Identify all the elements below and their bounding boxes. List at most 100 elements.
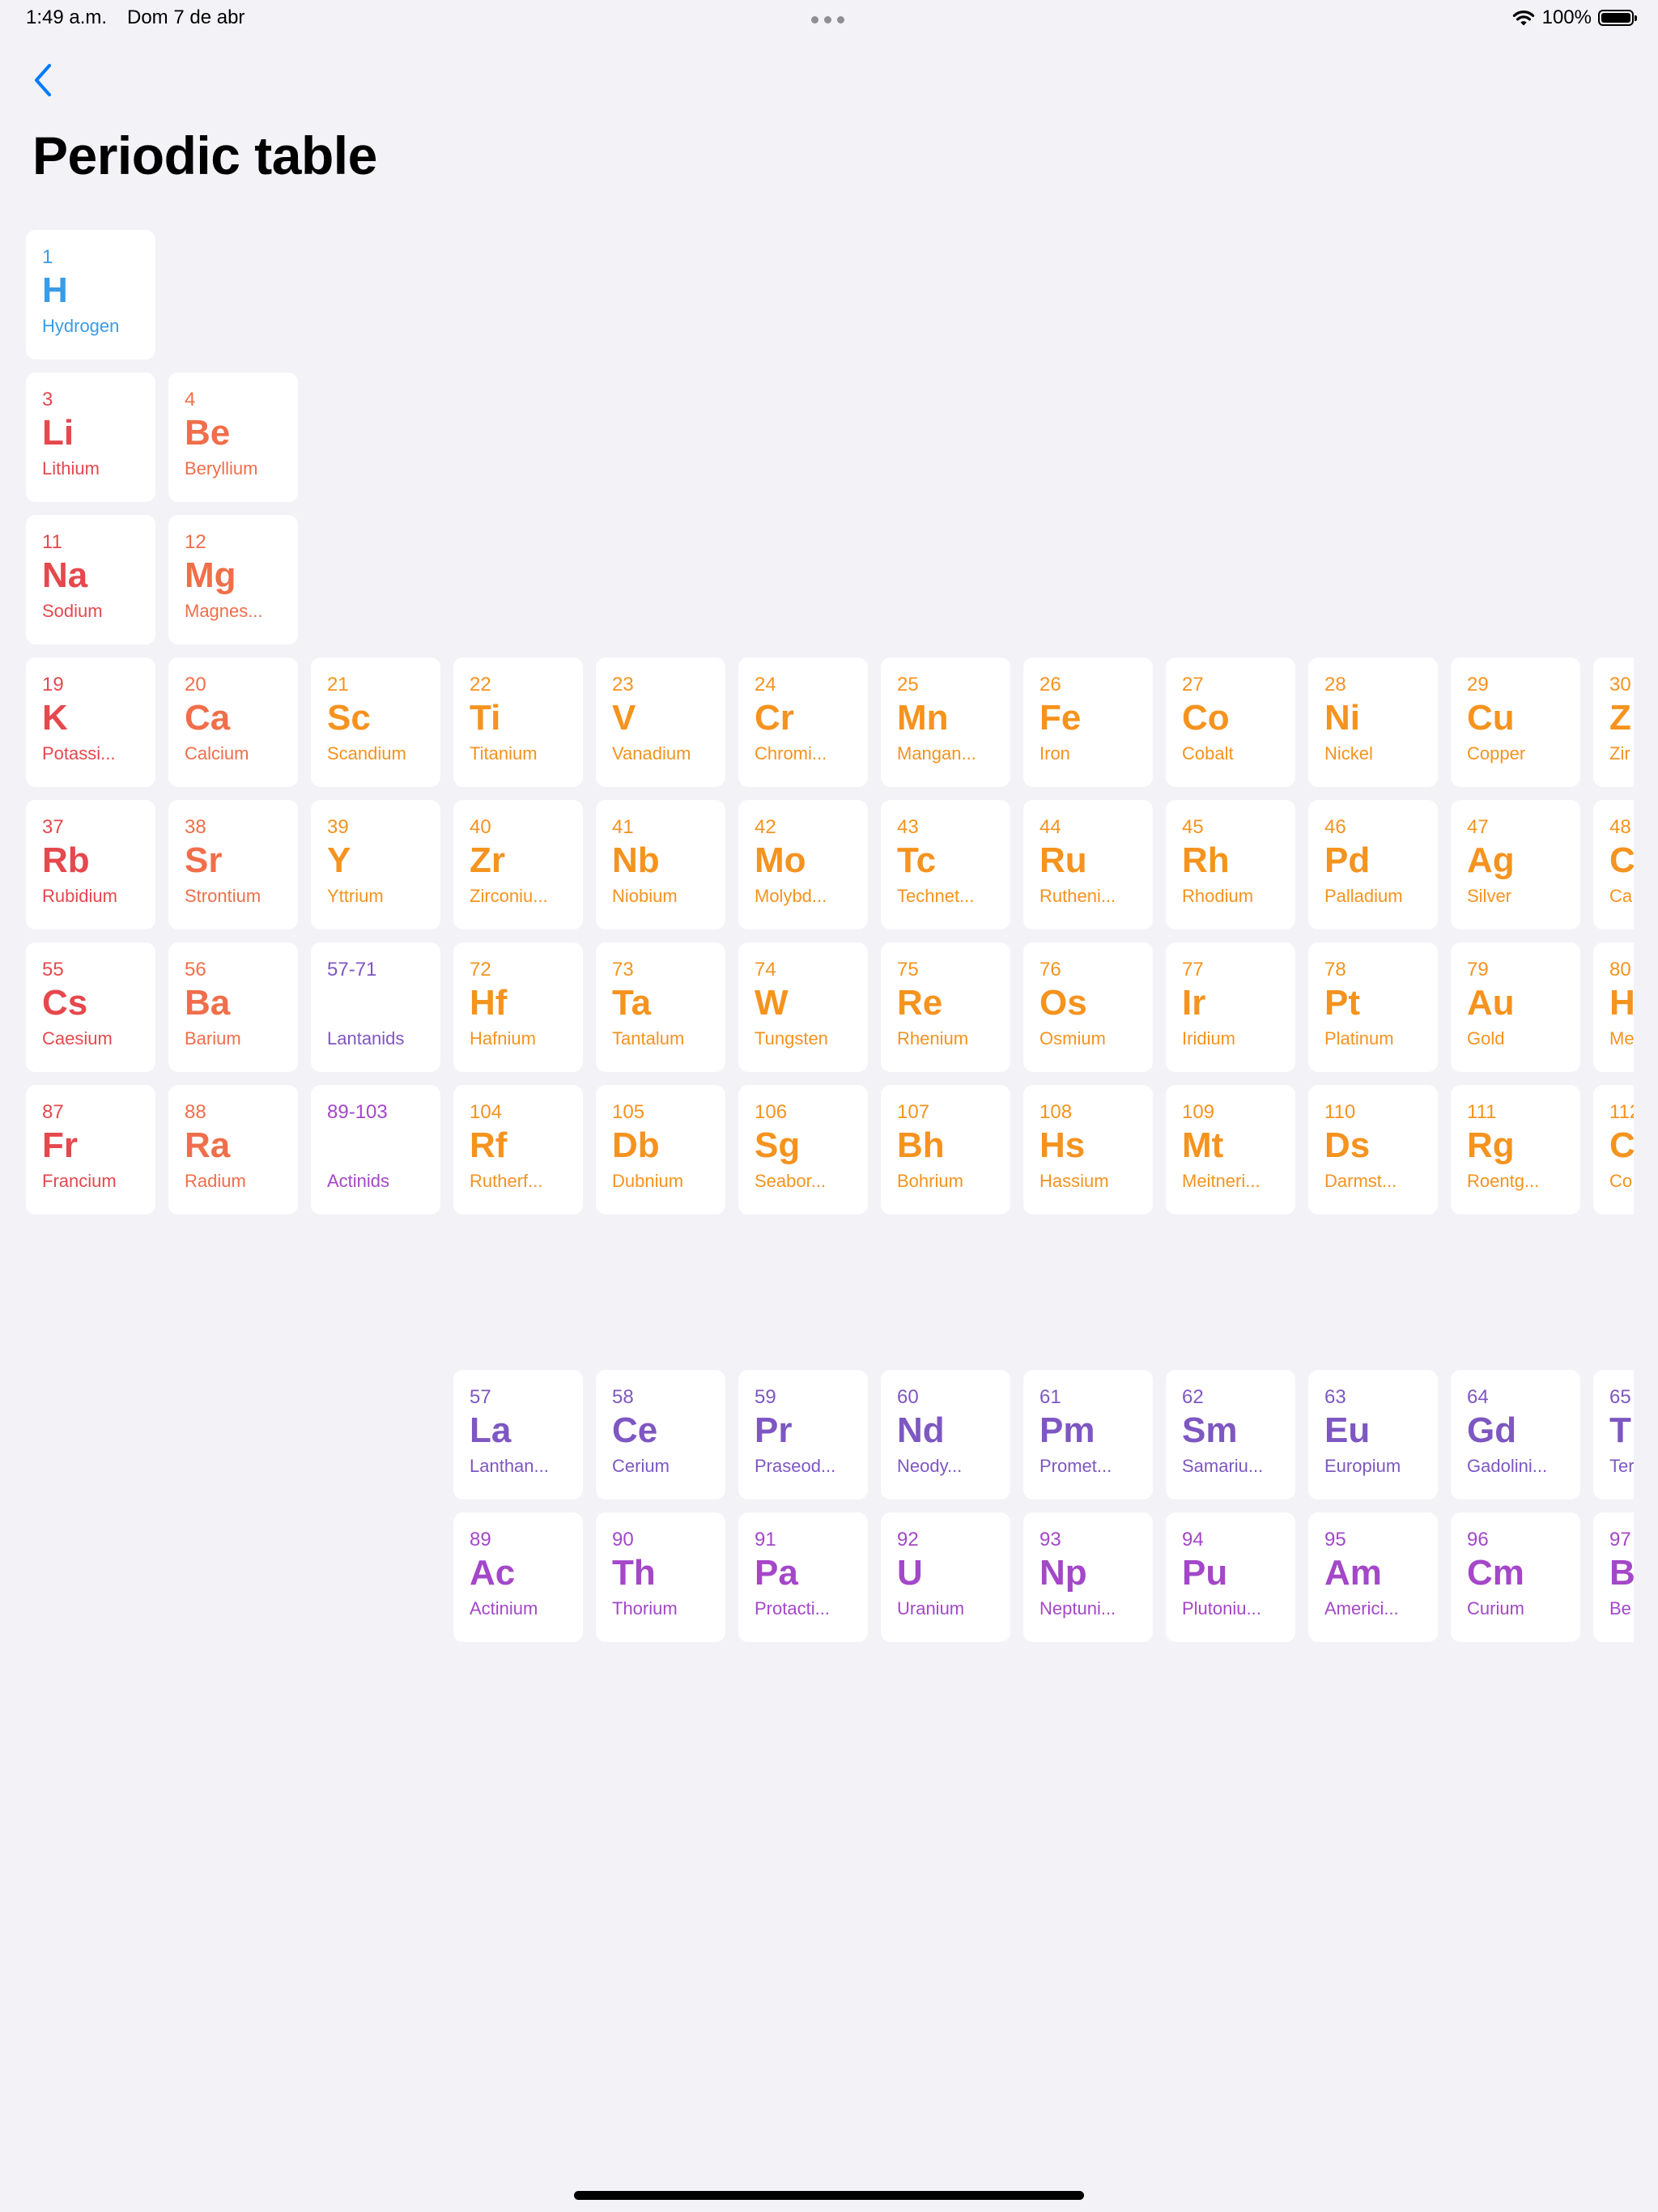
- element-name: Titanium: [470, 743, 538, 764]
- atomic-number: 90: [612, 1529, 634, 1551]
- element-tile[interactable]: 19 K Potassi...: [26, 657, 155, 787]
- element-tile[interactable]: 61 Pm Promet...: [1023, 1370, 1153, 1499]
- element-tile[interactable]: 25 Mn Mangan...: [881, 657, 1010, 787]
- element-tile[interactable]: 78 Pt Platinum: [1308, 942, 1438, 1072]
- atomic-number: 65: [1609, 1386, 1631, 1408]
- element-tile[interactable]: 79 Au Gold: [1451, 942, 1580, 1072]
- element-tile[interactable]: 23 V Vanadium: [596, 657, 725, 787]
- atomic-number: 88: [185, 1101, 206, 1123]
- element-symbol: Ca: [185, 698, 231, 738]
- element-tile[interactable]: 108 Hs Hassium: [1023, 1085, 1153, 1214]
- element-tile[interactable]: 11 Na Sodium: [26, 515, 155, 644]
- element-tile[interactable]: 107 Bh Bohrium: [881, 1085, 1010, 1214]
- element-tile[interactable]: 57-71 Lantanids: [311, 942, 440, 1072]
- element-tile[interactable]: 30 Z Zir: [1593, 657, 1634, 787]
- element-tile[interactable]: 57 La Lanthan...: [453, 1370, 583, 1499]
- element-tile[interactable]: 58 Ce Cerium: [596, 1370, 725, 1499]
- element-tile[interactable]: 45 Rh Rhodium: [1166, 800, 1295, 929]
- element-tile[interactable]: 3 Li Lithium: [26, 372, 155, 502]
- element-name: Mangan...: [897, 743, 976, 764]
- element-tile[interactable]: 91 Pa Protacti...: [738, 1512, 868, 1642]
- element-name: Rutheni...: [1039, 886, 1116, 906]
- element-tile[interactable]: 110 Ds Darmst...: [1308, 1085, 1438, 1214]
- element-tile[interactable]: 77 Ir Iridium: [1166, 942, 1295, 1072]
- element-tile[interactable]: 59 Pr Praseod...: [738, 1370, 868, 1499]
- element-tile[interactable]: 28 Ni Nickel: [1308, 657, 1438, 787]
- element-name: Potassi...: [42, 743, 116, 764]
- atomic-number: 80: [1609, 959, 1631, 981]
- element-tile[interactable]: 95 Am Americi...: [1308, 1512, 1438, 1642]
- element-tile[interactable]: 12 Mg Magnes...: [168, 515, 298, 644]
- element-tile[interactable]: 105 Db Dubnium: [596, 1085, 725, 1214]
- element-tile[interactable]: 24 Cr Chromi...: [738, 657, 868, 787]
- element-tile[interactable]: 47 Ag Silver: [1451, 800, 1580, 929]
- element-tile[interactable]: 87 Fr Francium: [26, 1085, 155, 1214]
- element-tile[interactable]: 90 Th Thorium: [596, 1512, 725, 1642]
- element-tile[interactable]: 20 Ca Calcium: [168, 657, 298, 787]
- element-symbol: La: [470, 1410, 512, 1450]
- element-tile[interactable]: 48 C Ca: [1593, 800, 1634, 929]
- element-tile[interactable]: 41 Nb Niobium: [596, 800, 725, 929]
- element-tile[interactable]: 1 H Hydrogen: [26, 230, 155, 359]
- element-tile[interactable]: 46 Pd Palladium: [1308, 800, 1438, 929]
- atomic-number: 106: [755, 1101, 788, 1123]
- element-name: Niobium: [612, 886, 678, 906]
- element-tile[interactable]: 109 Mt Meitneri...: [1166, 1085, 1295, 1214]
- element-name: Platinum: [1324, 1028, 1394, 1049]
- element-tile[interactable]: 4 Be Beryllium: [168, 372, 298, 502]
- atomic-number: 23: [612, 674, 634, 696]
- element-tile[interactable]: 62 Sm Samariu...: [1166, 1370, 1295, 1499]
- element-tile[interactable]: 75 Re Rhenium: [881, 942, 1010, 1072]
- element-tile[interactable]: 80 H Me: [1593, 942, 1634, 1072]
- element-tile[interactable]: 112 C Co: [1593, 1085, 1634, 1214]
- atomic-number: 55: [42, 959, 64, 981]
- element-tile[interactable]: 89 Ac Actinium: [453, 1512, 583, 1642]
- element-tile[interactable]: 39 Y Yttrium: [311, 800, 440, 929]
- element-tile[interactable]: 88 Ra Radium: [168, 1085, 298, 1214]
- element-tile[interactable]: 42 Mo Molybd...: [738, 800, 868, 929]
- element-tile[interactable]: 60 Nd Neody...: [881, 1370, 1010, 1499]
- atomic-number: 28: [1324, 674, 1346, 696]
- element-tile[interactable]: 27 Co Cobalt: [1166, 657, 1295, 787]
- element-tile[interactable]: 44 Ru Rutheni...: [1023, 800, 1153, 929]
- element-tile[interactable]: 29 Cu Copper: [1451, 657, 1580, 787]
- element-name: Americi...: [1324, 1598, 1399, 1619]
- element-name: Strontium: [185, 886, 261, 906]
- element-tile[interactable]: 111 Rg Roentg...: [1451, 1085, 1580, 1214]
- element-tile[interactable]: 26 Fe Iron: [1023, 657, 1153, 787]
- element-tile[interactable]: 106 Sg Seabor...: [738, 1085, 868, 1214]
- element-tile[interactable]: 21 Sc Scandium: [311, 657, 440, 787]
- element-tile[interactable]: 37 Rb Rubidium: [26, 800, 155, 929]
- element-tile[interactable]: 72 Hf Hafnium: [453, 942, 583, 1072]
- atomic-number: 30: [1609, 674, 1631, 696]
- element-tile[interactable]: 74 W Tungsten: [738, 942, 868, 1072]
- element-tile[interactable]: 65 T Ter: [1593, 1370, 1634, 1499]
- element-tile[interactable]: 64 Gd Gadolini...: [1451, 1370, 1580, 1499]
- element-symbol: B: [1609, 1553, 1635, 1593]
- element-tile[interactable]: 96 Cm Curium: [1451, 1512, 1580, 1642]
- element-tile[interactable]: 40 Zr Zirconiu...: [453, 800, 583, 929]
- element-tile[interactable]: 56 Ba Barium: [168, 942, 298, 1072]
- element-symbol: Ta: [612, 983, 652, 1023]
- element-tile[interactable]: 22 Ti Titanium: [453, 657, 583, 787]
- element-tile[interactable]: 104 Rf Rutherf...: [453, 1085, 583, 1214]
- element-tile[interactable]: 76 Os Osmium: [1023, 942, 1153, 1072]
- element-tile[interactable]: 92 U Uranium: [881, 1512, 1010, 1642]
- element-symbol: Ac: [470, 1553, 516, 1593]
- element-tile[interactable]: 63 Eu Europium: [1308, 1370, 1438, 1499]
- element-tile[interactable]: 89-103 Actinids: [311, 1085, 440, 1214]
- element-tile[interactable]: 93 Np Neptuni...: [1023, 1512, 1153, 1642]
- home-indicator: [574, 2191, 1084, 2200]
- element-tile[interactable]: 43 Tc Technet...: [881, 800, 1010, 929]
- atomic-number: 109: [1182, 1101, 1215, 1123]
- atomic-number: 94: [1182, 1529, 1204, 1551]
- element-tile[interactable]: 55 Cs Caesium: [26, 942, 155, 1072]
- periodic-table-grid: 1 H Hydrogen 3 Li Lithium 4 Be Beryllium 11 Na Sodi…: [0, 0, 1635, 2212]
- element-tile[interactable]: 73 Ta Tantalum: [596, 942, 725, 1072]
- element-tile[interactable]: 38 Sr Strontium: [168, 800, 298, 929]
- element-symbol: Ru: [1039, 840, 1087, 880]
- atomic-number: 19: [42, 674, 64, 696]
- element-name: Beryllium: [185, 458, 258, 479]
- element-tile[interactable]: 94 Pu Plutoniu...: [1166, 1512, 1295, 1642]
- element-tile[interactable]: 97 B Be: [1593, 1512, 1635, 1642]
